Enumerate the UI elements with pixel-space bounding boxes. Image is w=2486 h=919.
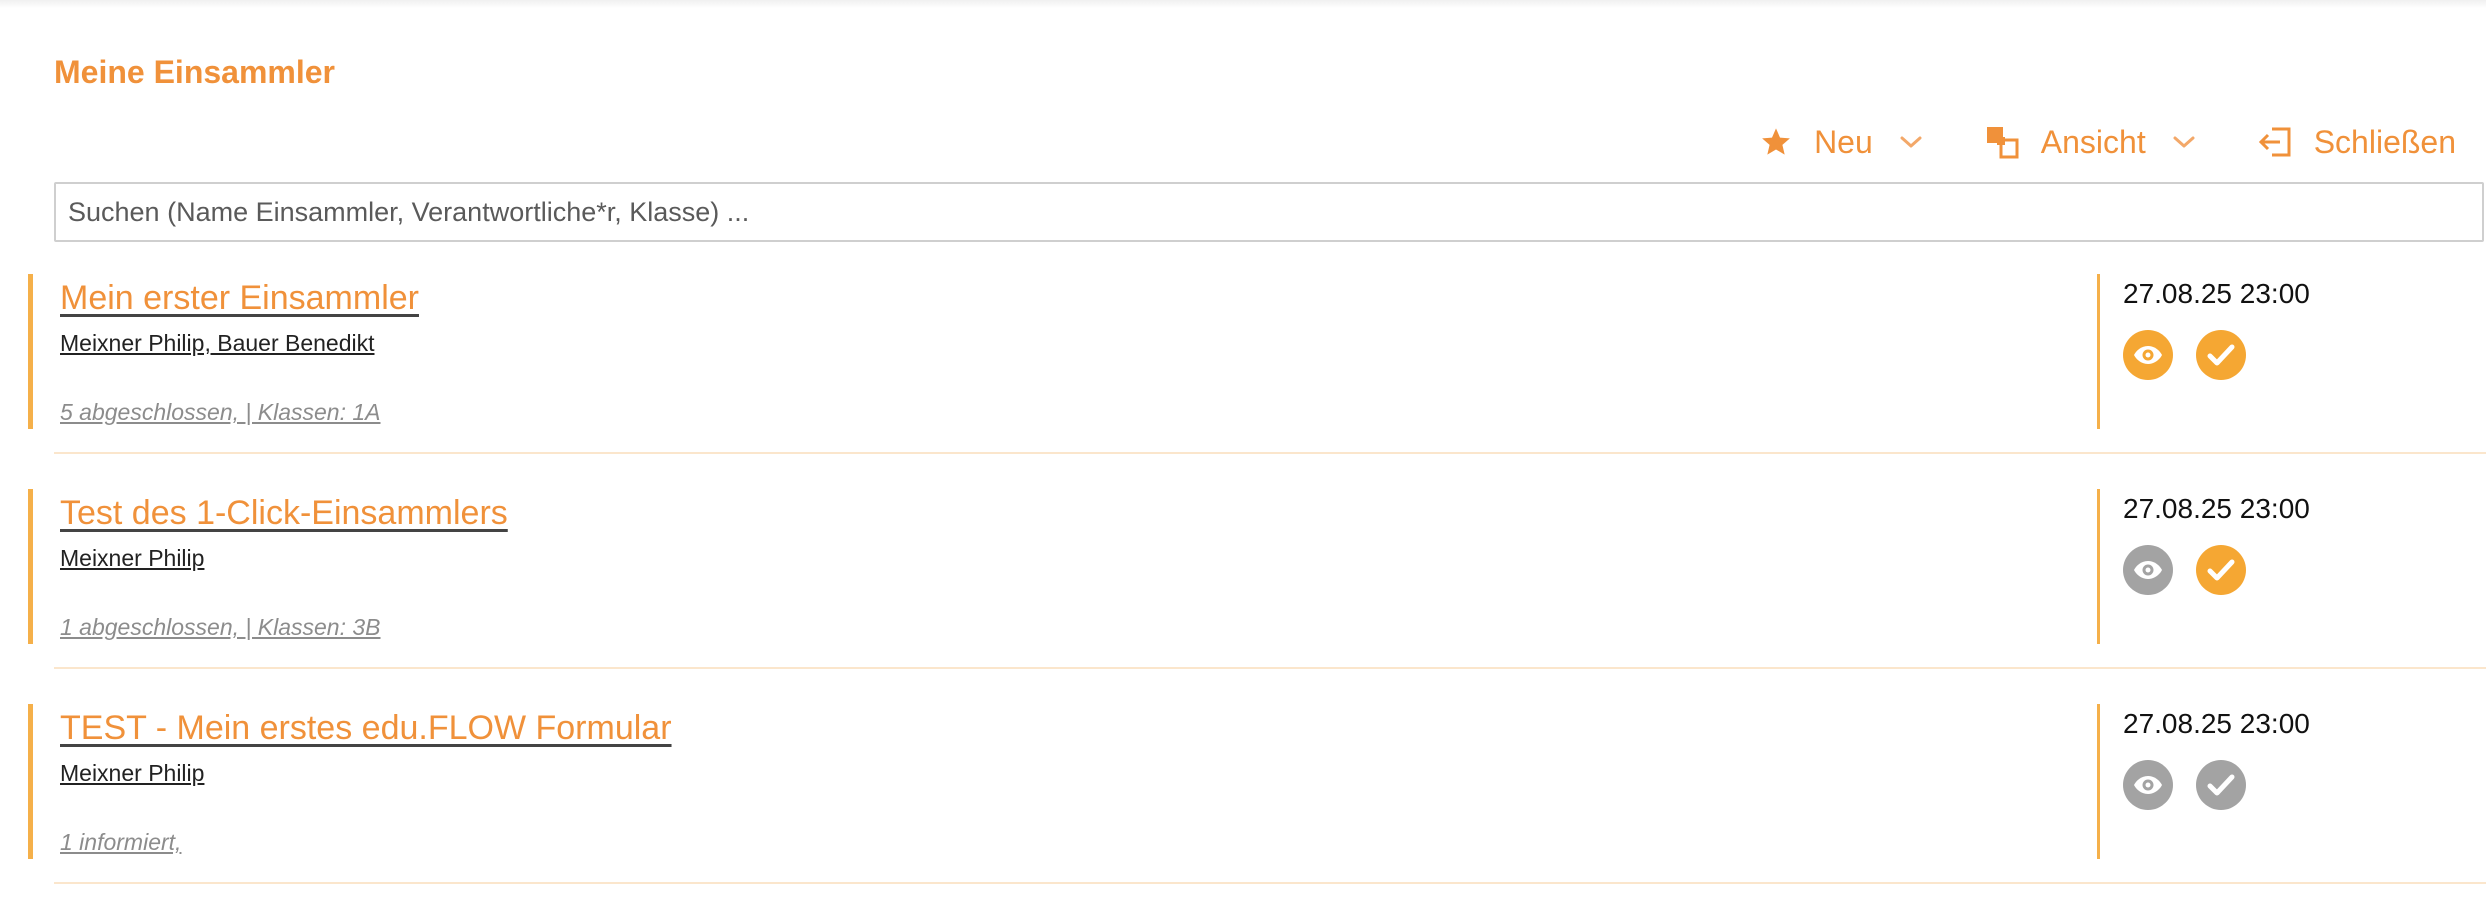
close-button-label: Schließen	[2313, 123, 2456, 160]
item-accent-bar	[28, 489, 33, 644]
responsible-persons-link[interactable]: Meixner Philip	[60, 545, 204, 572]
new-button[interactable]: Neu	[1760, 124, 1923, 161]
checkmark-icon	[2207, 344, 2235, 366]
toolbar: Neu Ansicht Schließen	[1698, 118, 2456, 166]
item-separator	[54, 667, 2486, 669]
item-accent-bar	[28, 274, 33, 429]
eye-icon	[2134, 346, 2162, 364]
list-item: Test des 1-Click-Einsammlers Meixner Phi…	[0, 489, 2486, 704]
page-title: Meine Einsammler	[54, 54, 335, 90]
collector-status-link[interactable]: 1 informiert,	[60, 829, 181, 856]
responsible-persons-link[interactable]: Meixner Philip, Bauer Benedikt	[60, 330, 375, 357]
check-button[interactable]	[2196, 760, 2246, 810]
item-separator	[54, 882, 2486, 884]
view-button[interactable]	[2123, 760, 2173, 810]
deadline-date: 27.08.25 23:00	[2123, 278, 2310, 309]
deadline-date: 27.08.25 23:00	[2123, 493, 2310, 524]
check-button[interactable]	[2196, 330, 2246, 380]
item-divider	[2097, 489, 2100, 644]
eye-icon	[2134, 776, 2162, 794]
list-item: TEST - Mein erstes edu.FLOW Formular Mei…	[0, 704, 2486, 919]
checkmark-icon	[2207, 774, 2235, 796]
deadline-date: 27.08.25 23:00	[2123, 708, 2310, 739]
new-button-label: Neu	[1814, 123, 1873, 160]
checkmark-icon	[2207, 559, 2235, 581]
star-icon	[1760, 126, 1792, 158]
collector-name-link[interactable]: Mein erster Einsammler	[60, 279, 419, 318]
list-item: Mein erster Einsammler Meixner Philip, B…	[0, 274, 2486, 489]
check-button[interactable]	[2196, 545, 2246, 595]
close-button[interactable]: Schließen	[2258, 124, 2456, 161]
item-divider	[2097, 704, 2100, 859]
item-accent-bar	[28, 704, 33, 859]
chevron-down-icon	[1899, 134, 1923, 150]
item-separator	[54, 452, 2486, 454]
item-actions	[2123, 330, 2269, 380]
view-button[interactable]	[2123, 545, 2173, 595]
item-divider	[2097, 274, 2100, 429]
responsible-persons-link[interactable]: Meixner Philip	[60, 760, 204, 787]
search-input[interactable]	[54, 182, 2484, 242]
top-shadow	[0, 0, 2486, 8]
collector-name-link[interactable]: Test des 1-Click-Einsammlers	[60, 494, 508, 533]
collector-status-link[interactable]: 5 abgeschlossen, | Klassen: 1A	[60, 399, 381, 426]
collector-name-link[interactable]: TEST - Mein erstes edu.FLOW Formular	[60, 709, 672, 748]
layers-icon	[1985, 125, 2019, 159]
eye-icon	[2134, 561, 2162, 579]
view-button[interactable]: Ansicht	[1985, 124, 2196, 161]
view-button[interactable]	[2123, 330, 2173, 380]
item-actions	[2123, 545, 2269, 595]
exit-icon	[2258, 126, 2292, 158]
chevron-down-icon	[2172, 134, 2196, 150]
item-actions	[2123, 760, 2269, 810]
view-button-label: Ansicht	[2040, 123, 2146, 160]
collector-status-link[interactable]: 1 abgeschlossen, | Klassen: 3B	[60, 614, 381, 641]
